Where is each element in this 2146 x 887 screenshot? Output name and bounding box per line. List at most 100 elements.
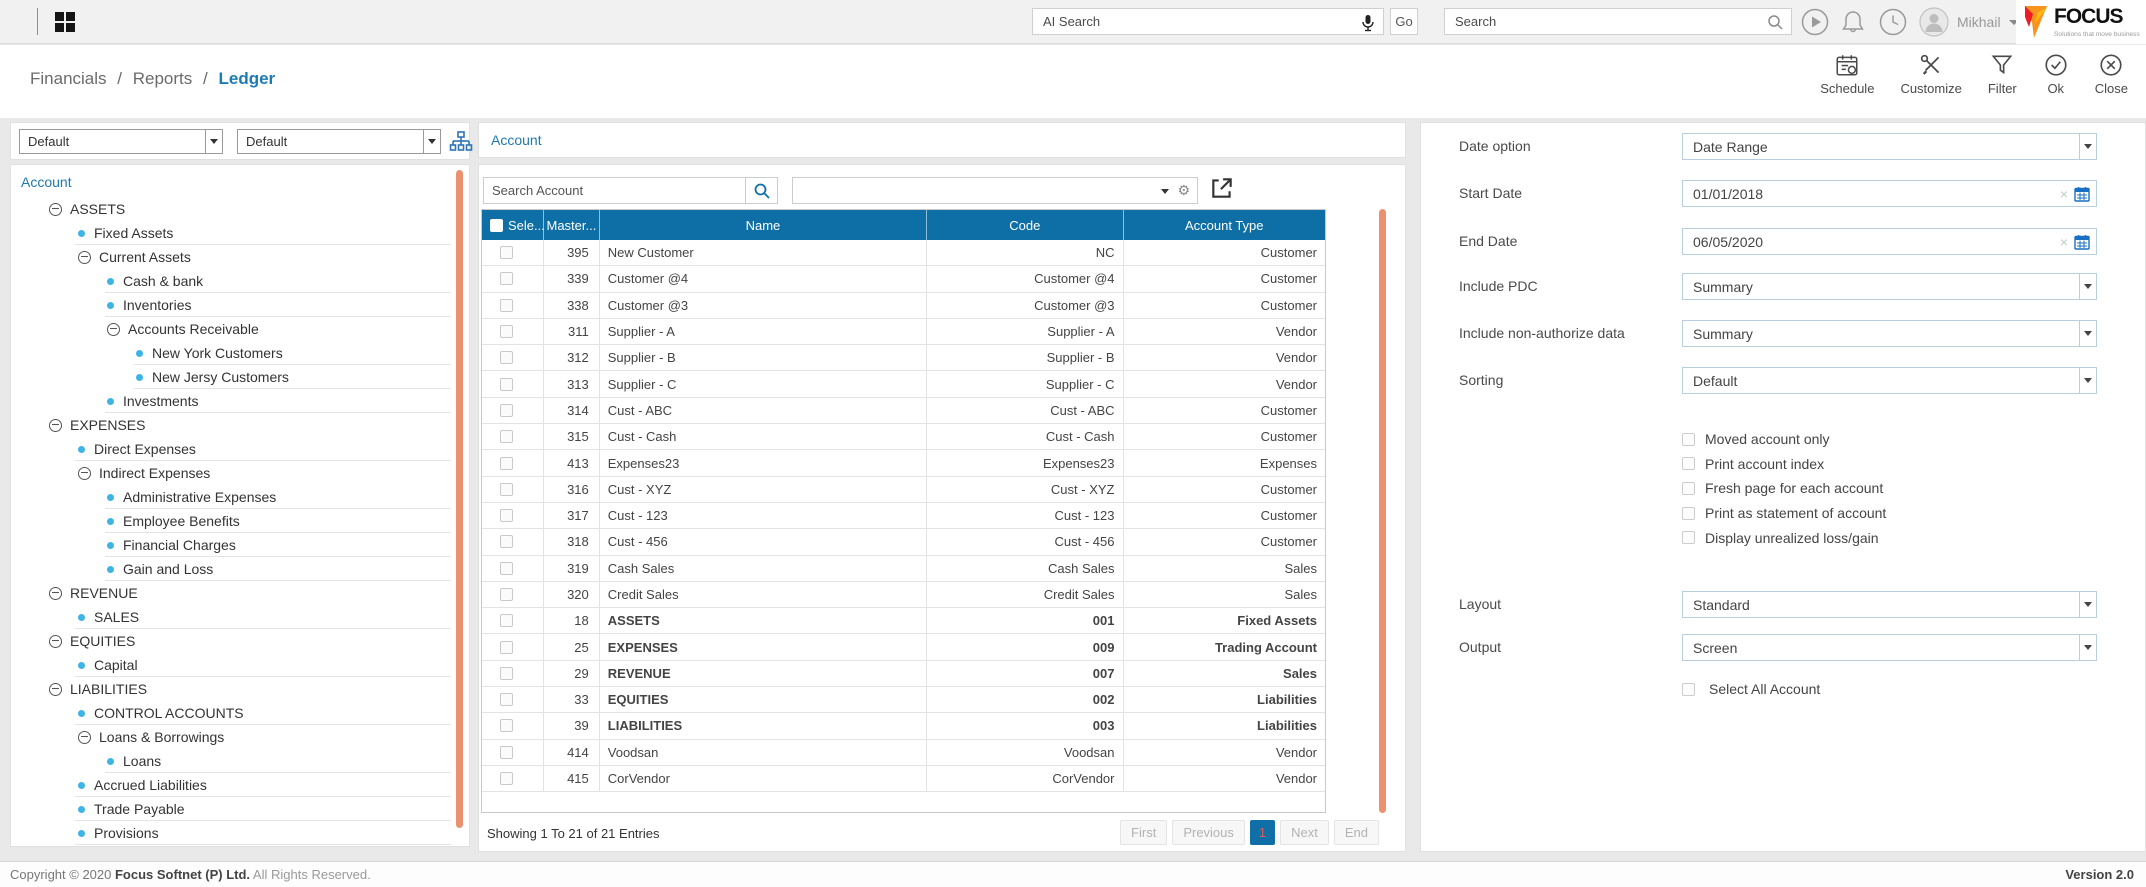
select-all-account-row[interactable]: Select All Account <box>1682 681 1820 697</box>
search-icon[interactable] <box>1767 14 1784 31</box>
checkbox[interactable] <box>1682 507 1695 520</box>
checkbox[interactable] <box>1682 457 1695 470</box>
tree-item[interactable]: Administrative Expenses <box>11 485 451 509</box>
table-row[interactable]: 319 Cash Sales Cash Sales Sales <box>482 556 1325 582</box>
layout-select[interactable]: Standard <box>1682 591 2097 618</box>
table-row[interactable]: 315 Cust - Cash Cust - Cash Customer <box>482 424 1325 450</box>
option-checkbox-row[interactable]: Fresh page for each account <box>1682 476 1886 501</box>
end-date-field[interactable]: 06/05/2020 × <box>1682 228 2097 255</box>
row-checkbox[interactable] <box>500 693 513 706</box>
tree-item[interactable]: LIABILITIES <box>11 677 451 701</box>
tree-item[interactable]: Inventories <box>11 293 451 317</box>
option-checkbox-row[interactable]: Moved account only <box>1682 427 1886 452</box>
row-checkbox[interactable] <box>500 641 513 654</box>
account-filter-select[interactable]: ⚙ <box>792 177 1198 204</box>
chevron-down-icon[interactable] <box>2079 635 2096 660</box>
table-row[interactable]: 318 Cust - 456 Cust - 456 Customer <box>482 529 1325 555</box>
row-checkbox[interactable] <box>500 457 513 470</box>
chevron-down-icon[interactable] <box>2079 592 2096 617</box>
tree-item[interactable]: Indirect Expenses <box>11 461 451 485</box>
clear-icon[interactable]: × <box>2060 186 2068 202</box>
tree-item[interactable]: Loans <box>11 749 451 773</box>
collapse-icon[interactable] <box>49 587 62 600</box>
collapse-icon[interactable] <box>49 203 62 216</box>
tree-item[interactable]: Financial Charges <box>11 533 451 557</box>
row-checkbox[interactable] <box>500 719 513 732</box>
collapse-icon[interactable] <box>78 467 91 480</box>
search-account-button[interactable] <box>745 177 778 204</box>
collapse-icon[interactable] <box>78 731 91 744</box>
table-row[interactable]: 316 Cust - XYZ Cust - XYZ Customer <box>482 477 1325 503</box>
row-checkbox[interactable] <box>500 509 513 522</box>
tree-item[interactable]: Direct Expenses <box>11 437 451 461</box>
chevron-down-icon[interactable] <box>423 130 440 153</box>
output-select[interactable]: Screen <box>1682 634 2097 661</box>
breadcrumb-financials[interactable]: Financials <box>30 69 107 88</box>
table-row[interactable]: 414 Voodsan Voodsan Vendor <box>482 740 1325 766</box>
page-button[interactable]: Next <box>1280 820 1329 845</box>
tree-item[interactable]: New York Customers <box>11 341 451 365</box>
gear-icon[interactable]: ⚙ <box>1177 182 1190 199</box>
tree-item[interactable]: New Jersy Customers <box>11 365 451 389</box>
collapse-icon[interactable] <box>49 635 62 648</box>
tree-item[interactable]: Current Assets <box>11 245 451 269</box>
external-link-icon[interactable] <box>1209 175 1235 201</box>
date-option-select[interactable]: Date Range <box>1682 133 2097 160</box>
table-row[interactable]: 313 Supplier - C Supplier - C Vendor <box>482 371 1325 397</box>
mic-icon[interactable] <box>1360 14 1376 32</box>
option-checkbox-row[interactable]: Display unrealized loss/gain <box>1682 525 1886 550</box>
table-row[interactable]: 338 Customer @3 Customer @3 Customer <box>482 293 1325 319</box>
table-row[interactable]: 312 Supplier - B Supplier - B Vendor <box>482 345 1325 371</box>
global-search-input[interactable] <box>1445 9 1791 34</box>
ok-button[interactable]: Ok <box>2043 52 2069 96</box>
chevron-down-icon[interactable] <box>2079 368 2096 393</box>
row-checkbox[interactable] <box>500 430 513 443</box>
row-checkbox[interactable] <box>500 483 513 496</box>
ai-search-input[interactable] <box>1033 9 1383 34</box>
tree-item[interactable]: Trade Payable <box>11 797 451 821</box>
notifications-bell-icon[interactable] <box>1839 8 1867 36</box>
page-button[interactable]: Previous <box>1172 820 1245 845</box>
tree-item[interactable]: Provisions <box>11 821 451 845</box>
calendar-icon[interactable] <box>2074 186 2090 202</box>
hierarchy-icon[interactable] <box>449 130 473 154</box>
tree-item[interactable]: Employee Benefits <box>11 509 451 533</box>
tree-type-select[interactable]: Default <box>19 129 223 154</box>
row-checkbox[interactable] <box>500 378 513 391</box>
go-button[interactable]: Go <box>1390 8 1418 35</box>
checkbox[interactable] <box>1682 531 1695 544</box>
chevron-down-icon[interactable] <box>2079 134 2096 159</box>
table-row[interactable]: 317 Cust - 123 Cust - 123 Customer <box>482 503 1325 529</box>
row-checkbox[interactable] <box>500 246 513 259</box>
col-code[interactable]: Code <box>927 210 1124 240</box>
option-checkbox-row[interactable]: Print account index <box>1682 452 1886 477</box>
collapse-icon[interactable] <box>49 683 62 696</box>
filter-button[interactable]: Filter <box>1988 52 2017 96</box>
row-checkbox[interactable] <box>500 614 513 627</box>
tree-item[interactable]: Fixed Assets <box>11 221 451 245</box>
clear-icon[interactable]: × <box>2060 234 2068 250</box>
row-checkbox[interactable] <box>500 588 513 601</box>
sorting-select[interactable]: Default <box>1682 367 2097 394</box>
row-checkbox[interactable] <box>500 535 513 548</box>
tree-item[interactable]: Capital <box>11 653 451 677</box>
table-row[interactable]: 29 REVENUE 007 Sales <box>482 661 1325 687</box>
tree-item[interactable]: Cash & bank <box>11 269 451 293</box>
chevron-down-icon[interactable] <box>2079 274 2096 299</box>
row-checkbox[interactable] <box>500 667 513 680</box>
col-master[interactable]: Master... <box>544 210 600 240</box>
table-row[interactable]: 18 ASSETS 001 Fixed Assets <box>482 608 1325 634</box>
collapse-icon[interactable] <box>49 419 62 432</box>
tree-item[interactable]: CONTROL ACCOUNTS <box>11 701 451 725</box>
table-row[interactable]: 395 New Customer NC Customer <box>482 240 1325 266</box>
start-date-field[interactable]: 01/01/2018 × <box>1682 180 2097 207</box>
row-checkbox[interactable] <box>500 299 513 312</box>
tree-item[interactable]: Accrued Liabilities <box>11 773 451 797</box>
select-all-checkbox[interactable] <box>490 219 503 232</box>
calendar-icon[interactable] <box>2074 234 2090 250</box>
option-checkbox-row[interactable]: Print as statement of account <box>1682 501 1886 526</box>
play-icon[interactable] <box>1801 8 1829 36</box>
page-button[interactable]: First <box>1120 820 1167 845</box>
tree-item[interactable]: Gain and Loss <box>11 557 451 581</box>
table-row[interactable]: 339 Customer @4 Customer @4 Customer <box>482 266 1325 292</box>
